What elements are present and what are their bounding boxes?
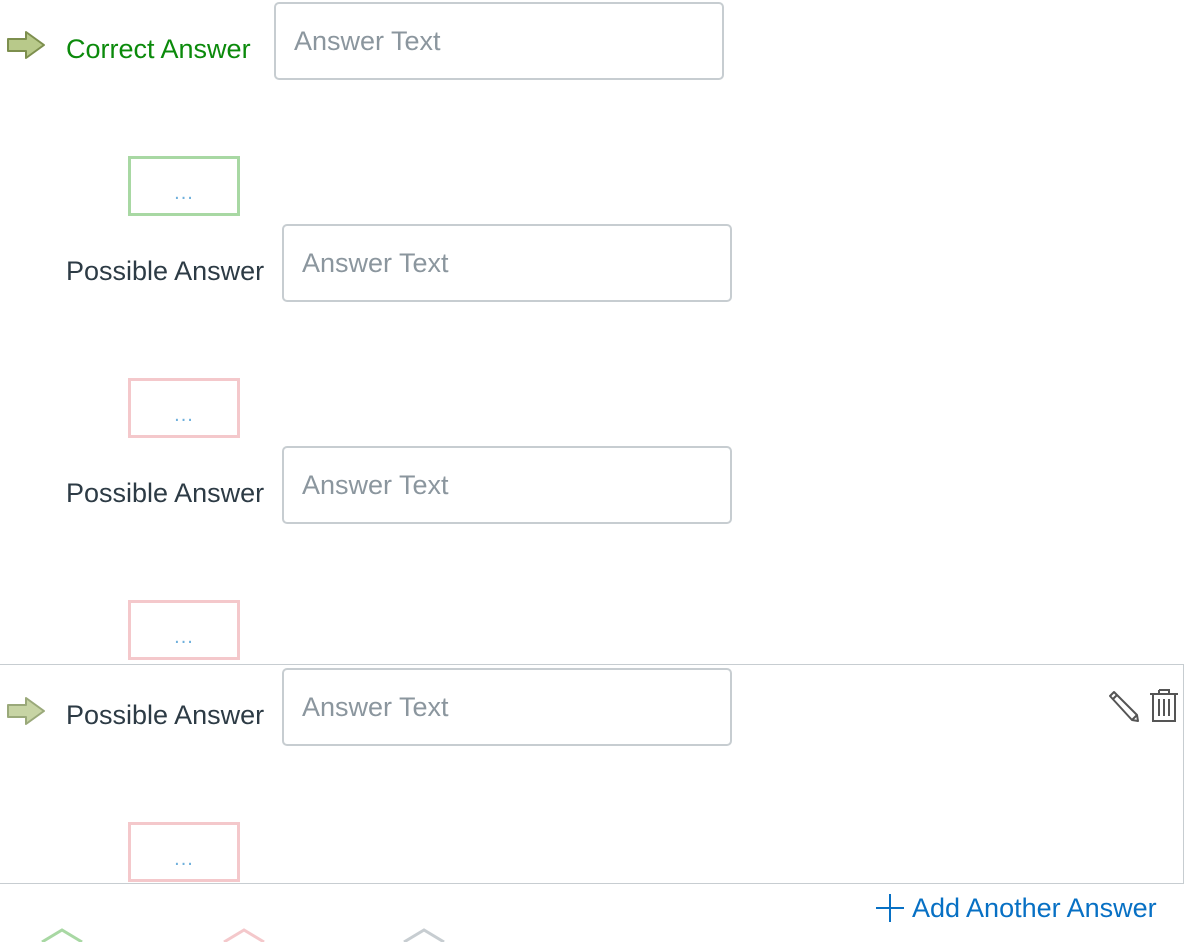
answer-text-input[interactable]: [282, 224, 732, 302]
pencil-icon[interactable]: [1104, 688, 1140, 724]
comment-ellipsis: ...: [174, 182, 194, 204]
comment-ellipsis: ...: [174, 848, 194, 870]
answer-comment-button[interactable]: ...: [128, 156, 240, 216]
plus-icon: [876, 894, 904, 922]
answer-text-input[interactable]: [282, 668, 732, 746]
comment-ellipsis: ...: [174, 626, 194, 648]
answer-label: Possible Answer: [66, 478, 265, 508]
answer-text-input[interactable]: [282, 446, 732, 524]
add-another-answer-label: Add Another Answer: [912, 892, 1157, 923]
answer-label: Correct Answer: [66, 34, 251, 64]
comment-ellipsis: ...: [174, 404, 194, 426]
add-another-answer-link[interactable]: Add Another Answer: [874, 892, 1157, 924]
answer-label: Possible Answer: [66, 700, 265, 730]
answer-label: Possible Answer: [66, 256, 265, 286]
answer-text-input[interactable]: [274, 2, 724, 80]
trash-icon[interactable]: [1146, 686, 1182, 724]
answer-comment-button[interactable]: ...: [128, 822, 240, 882]
answer-comment-button[interactable]: ...: [128, 378, 240, 438]
correct-answer-arrow-icon[interactable]: [6, 30, 46, 60]
answer-comment-button[interactable]: ...: [128, 600, 240, 660]
mark-correct-arrow-icon[interactable]: [6, 696, 46, 726]
